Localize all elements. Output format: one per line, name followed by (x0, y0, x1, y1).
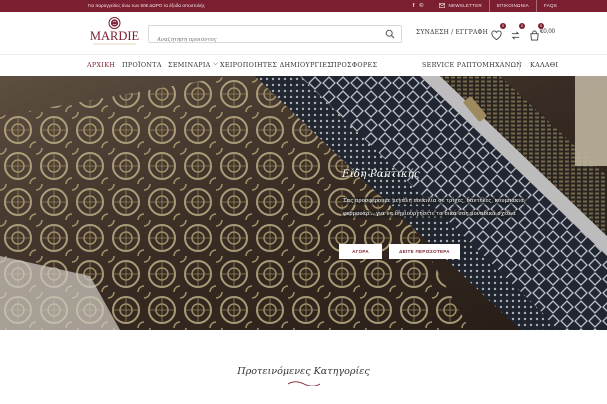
nav-divider (519, 60, 520, 71)
wishlist-button[interactable]: 0 (491, 23, 506, 41)
compare-count-badge: 0 (519, 23, 525, 29)
compare-icon (511, 31, 520, 40)
shopping-bag-icon (530, 30, 539, 41)
nav-item-cart[interactable]: ΚΑΛΑΘΙ (530, 61, 558, 69)
compare-button[interactable]: 0 (510, 23, 525, 40)
search-icon[interactable] (385, 29, 395, 39)
top-bar: Για παραγγελίες άνω των 50€ ΔΩΡΟ τα έξοδ… (0, 0, 607, 12)
shop-button[interactable]: ΑΓΟΡΑ (339, 244, 382, 259)
promo-text: Για παραγγελίες άνω των 50€ ΔΩΡΟ τα έξοδ… (88, 3, 205, 8)
hero-slider: Είδη Ραπτικής Σας προσφέρουμε μεγάλη ποι… (0, 76, 607, 330)
instagram-icon[interactable]: © (419, 3, 423, 9)
newsletter-label: NEWSLETTER (448, 3, 482, 8)
hero-description-text: Σας προσφέρουμε μεγάλη ποικιλία σε τρίχε… (341, 197, 528, 218)
nav-item-sewing-service[interactable]: SERVICE ΡΑΠΤΟΜΗΧΑΝΩΝ (422, 61, 522, 69)
search-input[interactable] (149, 32, 379, 48)
mail-icon (439, 2, 446, 8)
newsletter-link[interactable]: NEWSLETTER (432, 0, 488, 12)
faqs-link[interactable]: FAQS (535, 0, 564, 12)
nav-item-seminars-label: ΣΕΜΙΝΑΡΙΑ (168, 61, 211, 69)
hero-description: Σας προσφέρουμε μεγάλη ποικιλία σε τρίχε… (341, 195, 533, 220)
contact-link[interactable]: ΕΠΙΚΟΙΝΩΝΙΑ (488, 0, 536, 12)
chevron-down-icon (212, 62, 218, 66)
heart-icon (491, 30, 502, 41)
facebook-icon[interactable]: f (413, 3, 415, 9)
login-register-link[interactable]: ΣΥΝΔΕΣΗ / ΕΓΓΡΑΦΗ (416, 29, 488, 36)
wishlist-count-badge: 0 (500, 23, 506, 29)
logo-wordmark: MARDIE (90, 29, 140, 43)
search-box (148, 25, 402, 48)
cart-button[interactable]: 0 (529, 23, 544, 41)
see-more-button[interactable]: ΔΕΙΤΕ ΠΕΡΙΣΣΟΤΕΡΑ (389, 244, 460, 259)
hero-title: Είδη Ραπτικής (342, 168, 420, 180)
site-logo[interactable]: MARDIE (87, 16, 142, 48)
nav-item-seminars[interactable]: ΣΕΜΙΝΑΡΙΑ (168, 61, 218, 69)
main-nav: ΑΡΧΙΚΗ ΠΡΟΪΟΝΤΑ ΣΕΜΙΝΑΡΙΑ ΧΕΙΡΟΠΟΙΗΤΕΣ Δ… (0, 54, 607, 76)
featured-categories-title: Προτεινόμενες Κατηγορίες (237, 366, 370, 377)
nav-item-products[interactable]: ΠΡΟΪΟΝΤΑ (122, 61, 162, 69)
ornament-divider (287, 381, 321, 386)
nav-item-home[interactable]: ΑΡΧΙΚΗ (87, 61, 115, 69)
nav-item-offers[interactable]: ΠΡΟΣΦΟΡΕΣ (331, 61, 377, 69)
nav-item-handmade[interactable]: ΧΕΙΡΟΠΟΙΗΤΕΣ ΔΗΜΙΟΥΡΓΙΕΣ (220, 61, 332, 69)
cart-total[interactable]: €0,00 (540, 29, 555, 35)
